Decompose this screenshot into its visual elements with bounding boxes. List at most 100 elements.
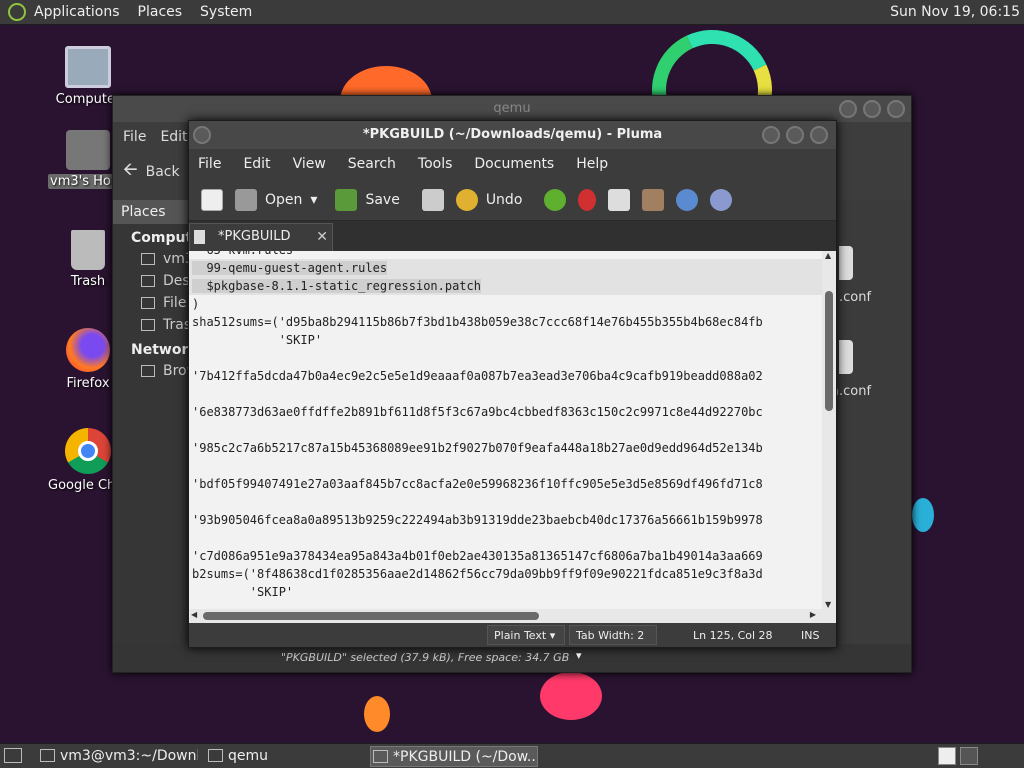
file-manager-statusbar: "PKGBUILD" selected (37.9 kB), Free spac… [113,644,911,672]
close-button[interactable] [887,100,905,118]
editor-line[interactable]: b2sums=('8f48638cd1f0285356aae2d14862f56… [189,565,822,583]
pluma-titlebar[interactable]: *PKGBUILD (~/Downloads/qemu) - Pluma [189,121,836,149]
scroll-right-icon[interactable]: ▶ [810,610,816,619]
minimize-button[interactable] [839,100,857,118]
editor-line[interactable] [189,529,822,547]
scroll-left-icon[interactable]: ◀ [191,610,197,619]
back-arrow-icon: 🡨 [123,159,138,180]
menu-help[interactable]: Help [576,156,608,172]
maximize-button[interactable] [786,126,804,144]
find-replace-icon[interactable] [710,188,733,211]
undo-button[interactable]: Undo [486,192,523,208]
show-desktop-icon[interactable] [4,748,22,763]
sidebar-item-trash[interactable]: Trash [113,314,200,336]
editor-line[interactable]: '6e838773d63ae0ffdffe2b891bf611d8f5f3c67… [189,403,822,421]
new-document-icon[interactable] [201,188,223,211]
taskbar-item-terminal[interactable]: vm3@vm3:~/Downl... [38,746,198,767]
text-editor-area[interactable]: 65-kvm.rules 99-qemu-guest-agent.rules $… [189,251,822,609]
editor-line[interactable]: 'SKIP' [189,331,822,349]
language-selector[interactable]: Plain Text ▾ [487,625,565,645]
editor-line[interactable]: ) [189,295,822,313]
clock[interactable]: Sun Nov 19, 06:15 [890,4,1020,20]
chevron-down-icon: ▾ [549,629,556,642]
horizontal-scroll-thumb[interactable] [203,612,539,620]
editor-line[interactable]: 99-qemu-guest-agent.rules [189,259,822,277]
workspace-switcher[interactable] [938,747,956,765]
redo-icon[interactable] [544,188,567,211]
find-icon[interactable] [676,188,699,211]
editor-line[interactable] [189,493,822,511]
menu-search[interactable]: Search [348,156,396,172]
system-menu[interactable]: System [200,4,252,20]
file-manager-titlebar[interactable]: qemu [113,96,911,122]
editor-line[interactable]: $pkgbase-8.1.1-static_regression.patch [189,277,822,295]
copy-icon[interactable] [608,188,631,211]
vertical-scroll-thumb[interactable] [825,291,833,411]
back-button[interactable]: Back [146,164,180,180]
menu-file[interactable]: File [198,156,221,172]
sidebar-item-desktop[interactable]: Desktop [113,270,221,292]
sidebar-item-filesystem[interactable]: File System [113,292,243,314]
window-menu-button[interactable] [193,126,211,144]
mate-logo-icon[interactable] [8,3,26,21]
file-label[interactable]: .conf [839,290,871,305]
wallpaper-shape-blue [912,498,934,532]
editor-line[interactable]: 65-kvm.rules [189,251,822,259]
vertical-scrollbar[interactable]: ▲ ▼ [822,251,836,609]
chevron-down-icon: ▾ [576,649,582,662]
taskbar-item-file-manager[interactable]: qemu [206,746,366,767]
document-tab[interactable]: *PKGBUILD ✕ [189,223,333,251]
pluma-statusbar: Plain Text ▾ Tab Width: 2 ▾ Ln 125, Col … [189,623,836,662]
print-icon[interactable] [421,188,444,211]
cursor-position: Ln 125, Col 28 [693,629,773,642]
menu-documents[interactable]: Documents [474,156,554,172]
editor-line[interactable]: '985c2c7a6b5217c87a15b45368089ee91b2f902… [189,439,822,457]
menu-file[interactable]: File [123,129,146,145]
open-dropdown-icon[interactable]: ▾ [310,192,317,208]
tab-width-selector[interactable]: Tab Width: 2 ▾ [569,625,657,662]
home-icon [141,253,155,265]
save-button[interactable]: Save [365,192,399,208]
places-menu[interactable]: Places [138,4,183,20]
open-button[interactable]: Open [265,192,302,208]
taskbar-item-pluma[interactable]: *PKGBUILD (~/Dow... [370,746,538,767]
editor-line[interactable] [189,421,822,439]
scroll-up-icon[interactable]: ▲ [825,251,831,260]
insert-mode: INS [801,629,820,642]
editor-line[interactable]: '7b412ffa5dcda47b0a4ec9e2c5e5e1d9eaaaf0a… [189,367,822,385]
editor-line[interactable]: sha512sums=('d95ba8b294115b86b7f3bd1b438… [189,313,822,331]
paste-icon[interactable] [642,188,665,211]
save-icon[interactable] [335,188,358,211]
editor-line[interactable]: '93b905046fcea8a0a89513b9259c222494ab3b9… [189,511,822,529]
editor-line[interactable] [189,457,822,475]
desktop-icon [141,275,155,287]
undo-icon[interactable] [455,188,478,211]
file-label[interactable]: a.conf [831,384,871,399]
editor-line[interactable]: 'bdf05f99407491e27a03aaf845b7cc8acfa2e0e… [189,475,822,493]
menu-edit[interactable]: Edit [243,156,270,172]
sidebar-item-browse-network[interactable]: Browse Network [113,360,277,382]
horizontal-scrollbar[interactable]: ◀ ▶ [189,609,836,623]
editor-line[interactable] [189,349,822,367]
maximize-button[interactable] [863,100,881,118]
sidebar-header[interactable]: Places [113,200,191,224]
file-item[interactable] [839,246,853,280]
menu-edit[interactable]: Edit [160,129,187,145]
scroll-down-icon[interactable]: ▼ [825,600,831,609]
cut-icon[interactable] [578,188,597,211]
menu-view[interactable]: View [293,156,326,172]
menu-tools[interactable]: Tools [418,156,453,172]
editor-line[interactable] [189,385,822,403]
chrome-icon [65,428,111,474]
editor-line[interactable]: 'SKIP' [189,583,822,601]
applications-menu[interactable]: Applications [34,4,120,20]
editor-line[interactable]: 'c7d086a951e9a378434ea95a843a4b01f0eb2ae… [189,547,822,565]
minimize-button[interactable] [762,126,780,144]
close-button[interactable] [810,126,828,144]
places-sidebar: Places Computer vm3's Home Desktop File … [113,200,277,646]
file-item[interactable] [839,340,853,374]
open-icon[interactable] [235,188,257,211]
tab-close-icon[interactable]: ✕ [316,224,328,250]
sidebar-item-home[interactable]: vm3's Home [113,248,251,270]
workspace-switcher-2[interactable] [960,747,978,765]
